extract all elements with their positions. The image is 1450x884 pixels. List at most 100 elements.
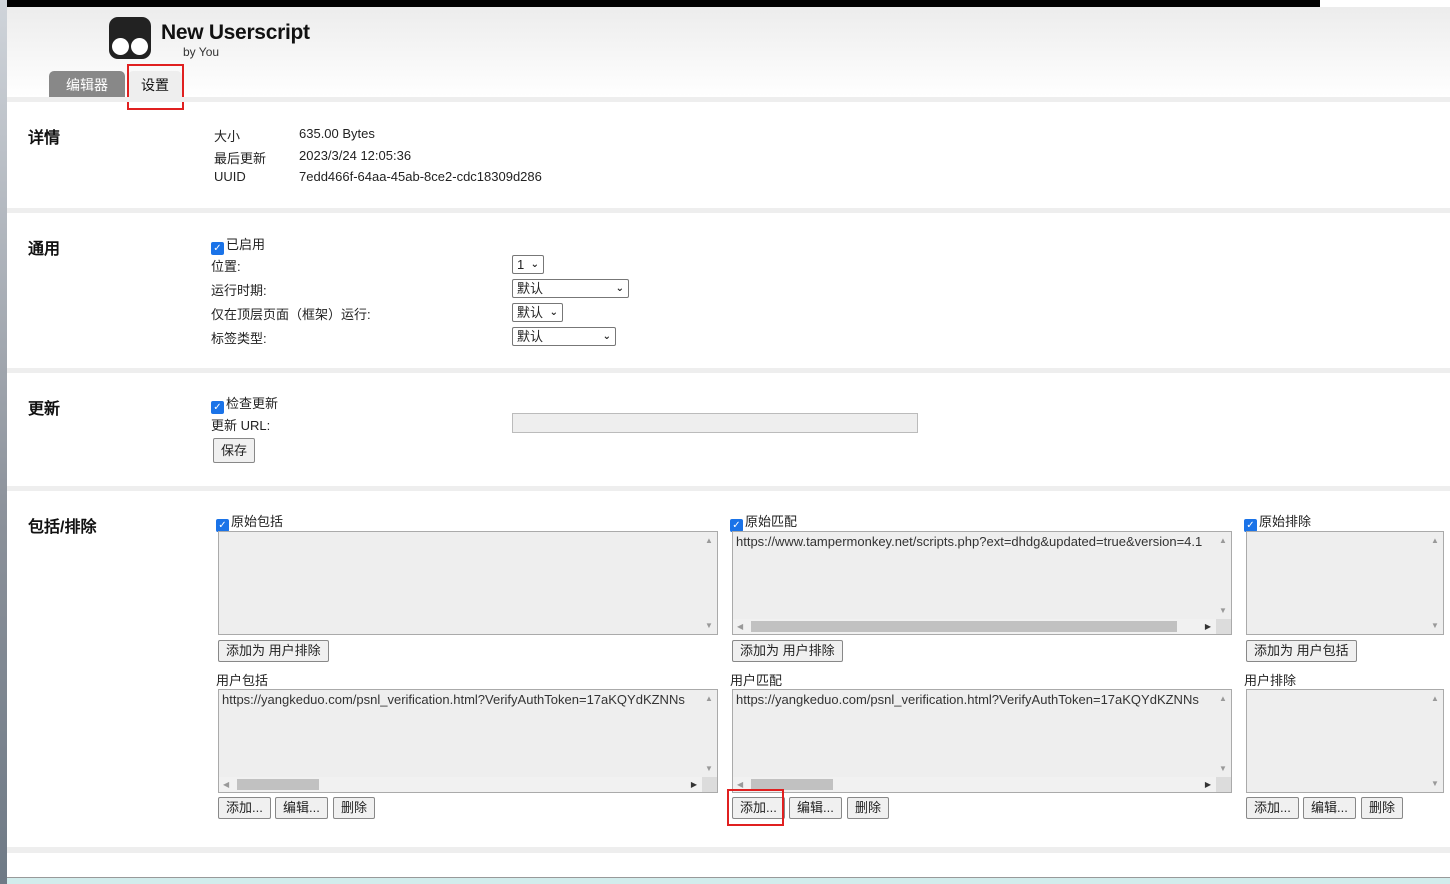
run-at-value: 默认: [517, 281, 544, 296]
uuid-value: 7edd466f-64aa-45ab-8ce2-cdc18309d286: [299, 169, 542, 184]
scroll-down-icon: ▼: [705, 621, 713, 630]
section-update-heading: 更新: [28, 401, 61, 418]
checkbox-checked-icon: ✓: [211, 242, 224, 255]
last-updated-label: 最后更新: [214, 151, 267, 166]
orig-exclude-textarea[interactable]: ▲ ▼: [1246, 531, 1444, 635]
user-match-delete-button[interactable]: 删除: [847, 797, 890, 819]
user-exclude-edit-button[interactable]: 编辑...: [1303, 797, 1356, 819]
vertical-scrollbar[interactable]: ▲ ▼: [702, 532, 717, 634]
user-match-textarea-text: https://yangkeduo.com/psnl_verification.…: [736, 692, 1199, 707]
user-include-edit-button[interactable]: 编辑...: [275, 797, 328, 819]
last-updated-value: 2023/3/24 12:05:36: [299, 148, 412, 163]
user-exclude-add-button[interactable]: 添加...: [1246, 797, 1299, 819]
update-url-label: 更新 URL:: [211, 418, 271, 433]
section-include-exclude-heading: 包括/排除: [28, 519, 97, 536]
orig-include-textarea[interactable]: ▲ ▼: [218, 531, 718, 635]
section-details-heading: 详情: [28, 130, 61, 147]
scroll-right-icon: ▶: [690, 780, 697, 789]
user-match-edit-button[interactable]: 编辑...: [789, 797, 842, 819]
scroll-right-icon: ▶: [1204, 622, 1211, 631]
enabled-label: 已启用: [226, 237, 266, 252]
scroll-up-icon: ▲: [1219, 536, 1227, 545]
enabled-checkbox[interactable]: ✓ 已启用: [211, 234, 265, 255]
script-author: by You: [183, 45, 220, 59]
scroll-down-icon: ▼: [1219, 606, 1227, 615]
position-label: 位置:: [211, 259, 241, 274]
orig-match-checkbox[interactable]: ✓ 原始匹配: [730, 511, 797, 532]
user-include-delete-button[interactable]: 删除: [333, 797, 376, 819]
check-update-checkbox[interactable]: ✓ 检查更新: [211, 393, 278, 414]
position-value: 1: [517, 257, 525, 272]
tab-editor[interactable]: 编辑器: [49, 71, 125, 98]
user-exclude-delete-button[interactable]: 删除: [1361, 797, 1404, 819]
orig-exclude-checkbox[interactable]: ✓ 原始排除: [1244, 511, 1311, 532]
scroll-up-icon: ▲: [705, 536, 713, 545]
chevron-down-icon: ⌄: [615, 283, 624, 294]
top-frame-value: 默认: [517, 305, 544, 320]
scroll-left-icon: ◀: [737, 622, 744, 631]
scroll-down-icon: ▼: [705, 764, 713, 773]
tag-type-value: 默认: [517, 329, 544, 344]
orig-include-add-as-button[interactable]: 添加为 用户排除: [218, 640, 329, 662]
highlight-box: [727, 789, 784, 826]
user-include-textarea-text: https://yangkeduo.com/psnl_verification.…: [222, 692, 685, 707]
orig-match-textarea[interactable]: https://www.tampermonkey.net/scripts.php…: [732, 531, 1232, 635]
taskbar: [7, 878, 1450, 884]
orig-exclude-add-as-button[interactable]: 添加为 用户包括: [1246, 640, 1357, 662]
scroll-up-icon: ▲: [705, 694, 713, 703]
user-match-textarea[interactable]: https://yangkeduo.com/psnl_verification.…: [732, 689, 1232, 793]
vertical-scrollbar[interactable]: ▲ ▼: [702, 690, 717, 777]
top-frame-select[interactable]: 默认 ⌄: [512, 303, 563, 322]
run-at-select[interactable]: 默认 ⌄: [512, 279, 629, 298]
scroll-up-icon: ▲: [1431, 694, 1439, 703]
size-value: 635.00 Bytes: [299, 126, 375, 141]
top-bar: [7, 0, 1320, 7]
checkbox-checked-icon: ✓: [211, 401, 224, 414]
horizontal-scrollbar[interactable]: ◀ ▶: [733, 619, 1216, 634]
script-title: New Userscript: [161, 21, 310, 44]
update-url-input[interactable]: [512, 413, 918, 433]
user-include-textarea[interactable]: https://yangkeduo.com/psnl_verification.…: [218, 689, 718, 793]
divider: [7, 847, 1450, 853]
user-include-label: 用户包括: [216, 673, 269, 688]
horizontal-scrollbar[interactable]: ◀ ▶: [733, 777, 1216, 792]
user-include-add-button[interactable]: 添加...: [218, 797, 271, 819]
divider: [7, 208, 1450, 213]
divider: [7, 97, 1450, 102]
highlight-box: [127, 64, 184, 110]
vertical-scrollbar[interactable]: ▲ ▼: [1216, 532, 1231, 619]
scroll-up-icon: ▲: [1219, 694, 1227, 703]
orig-match-label: 原始匹配: [745, 514, 798, 529]
user-exclude-label: 用户排除: [1244, 673, 1297, 688]
top-frame-label: 仅在顶层页面（框架）运行:: [211, 307, 371, 322]
section-general-heading: 通用: [28, 241, 61, 258]
save-button[interactable]: 保存: [213, 438, 256, 463]
vertical-scrollbar[interactable]: ▲ ▼: [1428, 532, 1443, 634]
orig-include-checkbox[interactable]: ✓ 原始包括: [216, 511, 283, 532]
window-edge: [0, 0, 7, 884]
size-label: 大小: [214, 129, 241, 144]
tag-type-select[interactable]: 默认 ⌄: [512, 327, 616, 346]
orig-exclude-label: 原始排除: [1259, 514, 1312, 529]
user-exclude-textarea[interactable]: ▲ ▼: [1246, 689, 1444, 793]
scrollbar-thumb[interactable]: [751, 621, 1177, 632]
divider: [7, 486, 1450, 491]
tampermonkey-logo-icon: [109, 17, 151, 59]
position-select[interactable]: 1 ⌄: [512, 255, 544, 274]
orig-match-add-as-button[interactable]: 添加为 用户排除: [732, 640, 843, 662]
run-at-label: 运行时期:: [211, 283, 267, 298]
scrollbar-corner: [1216, 619, 1231, 634]
vertical-scrollbar[interactable]: ▲ ▼: [1428, 690, 1443, 792]
horizontal-scrollbar[interactable]: ◀ ▶: [219, 777, 702, 792]
divider: [7, 368, 1450, 373]
scrollbar-corner: [702, 777, 717, 792]
orig-include-label: 原始包括: [231, 514, 284, 529]
uuid-label: UUID: [214, 169, 246, 184]
scroll-right-icon: ▶: [1204, 780, 1211, 789]
vertical-scrollbar[interactable]: ▲ ▼: [1216, 690, 1231, 777]
scroll-up-icon: ▲: [1431, 536, 1439, 545]
orig-match-textarea-text: https://www.tampermonkey.net/scripts.php…: [736, 534, 1203, 549]
scrollbar-thumb[interactable]: [237, 779, 319, 790]
scroll-down-icon: ▼: [1219, 764, 1227, 773]
scroll-left-icon: ◀: [223, 780, 230, 789]
